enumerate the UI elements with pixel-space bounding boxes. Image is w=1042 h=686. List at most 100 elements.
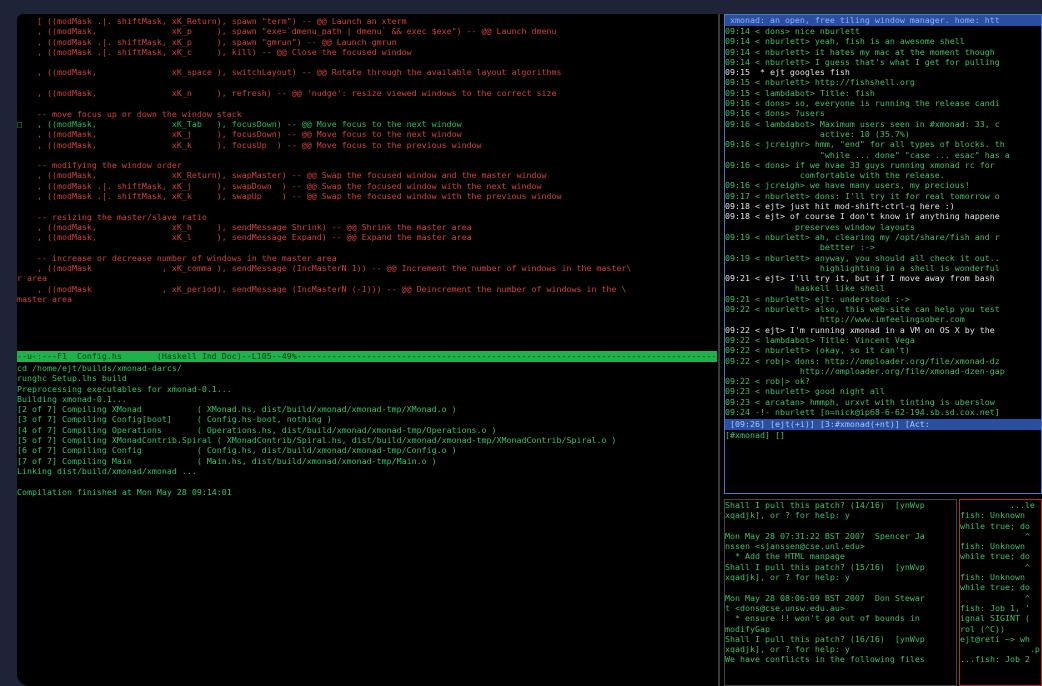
code-line: , ((modMask, xK_j ), focusDown) -- @@ Mo… xyxy=(17,129,462,140)
terminal-line: while true; do xyxy=(960,582,1030,593)
terminal-line: * ensure !! won't go out of bounds in xyxy=(725,613,920,624)
terminal-line: modifyGap xyxy=(725,623,770,634)
terminal-line: nssen <sjanssen@cse.unl.edu> xyxy=(725,541,865,552)
terminal-line: ...le xyxy=(960,500,1035,510)
irc-message: 09:21 < ejt> I'll try it, but if I move … xyxy=(725,273,995,284)
code-line: r area xyxy=(17,273,47,284)
irc-message: 09:19 < nburlett> anyway, you should all… xyxy=(725,252,1000,263)
irc-topic-bar: xmonad: an open, free tiling window mana… xyxy=(725,15,1041,26)
terminal-line: while true; do xyxy=(960,520,1030,531)
irc-message: 09:14 < dons> nice nburlett xyxy=(725,26,860,36)
compile-output-line: runghc Setup.lhs build xyxy=(17,373,127,384)
terminal-line: xqadjk], or ? for help: y xyxy=(725,572,850,583)
terminal-line: ^ xyxy=(960,592,1030,603)
irc-message: 09:14 < nburlett> it hates my mac at the… xyxy=(725,46,995,57)
irc-message: http://omploader.org/file/xmonad-dzen-ga… xyxy=(725,365,1005,376)
terminal-line: xqadjk], or ? for help: y xyxy=(725,510,850,521)
irc-message: 09:23 < nburlett> good night all xyxy=(725,386,885,397)
irc-message: 09:22 < nburlett> also, this web-site ca… xyxy=(725,304,1000,315)
code-line: , ((modMask .|. shiftMask, xK_k ), swapU… xyxy=(17,191,562,202)
compile-output-line: [4 of 7] Compiling Operations ( Operatio… xyxy=(17,424,497,435)
terminal-line: while true; do xyxy=(960,551,1030,562)
irc-message: 09:22 < ejt> I'm running xmonad in a VM … xyxy=(725,324,995,335)
code-line: , ((modMask , xK_comma ), sendMessage (I… xyxy=(17,263,632,274)
code-line: , ((modMask .|. shiftMask, xK_c ), kill)… xyxy=(17,46,412,57)
code-line: □ , ((modMask, xK_Tab ), focusDown) -- @… xyxy=(17,118,462,129)
irc-message: 09:22 < nburlett> (okay, so it can't) xyxy=(725,345,910,356)
irc-message: preserves window layouts xyxy=(725,221,915,232)
terminal-line: .p xyxy=(960,644,1040,655)
terminal-line: fish: Unknown xyxy=(960,572,1025,583)
emacs-modeline: --u-:---F1 Config.hs (Haskell Ind Doc)--… xyxy=(17,351,717,362)
compile-output-line: Preprocessing executables for xmonad-0.1… xyxy=(17,383,232,394)
terminal-line: ignal SIGINT ( xyxy=(960,613,1030,624)
terminal-line: ejt@reti ~> wh xyxy=(960,633,1030,644)
irc-message: 09:17 < nburlett> dons: I'll try it for … xyxy=(725,190,1000,201)
terminal-line: rol (^C)) xyxy=(960,623,1005,634)
code-line: , ((modMask , xK_period), sendMessage (I… xyxy=(17,283,627,294)
irc-message: 09:16 < dons> so, everyone is running th… xyxy=(725,98,1000,109)
terminal-line: ^ xyxy=(960,530,1030,541)
compile-output-line: Compilation finished at Mon May 28 09:14… xyxy=(17,486,232,497)
code-buffer[interactable]: [ ((modMask .|. shiftMask, xK_Return), s… xyxy=(17,16,717,304)
irc-message: 09:14 < nburlett> I guess that's what I … xyxy=(725,56,1000,67)
irc-message: 09:15 * ejt googles fish xyxy=(725,67,850,78)
code-line: , ((modMask, xK_l ), sendMessage Expand)… xyxy=(17,232,472,243)
terminal-line: Mon May 28 07:31:22 BST 2007 Spencer Ja xyxy=(725,530,925,541)
compile-output-line: Building xmonad-0.1... xyxy=(17,393,127,404)
fish-terminal[interactable]: ...le fish: Unknown while true; do ^ fish: … xyxy=(959,499,1042,686)
code-line: -- modifying the window order xyxy=(17,160,182,171)
code-line: , ((modMask .|. shiftMask, xK_j ), swapD… xyxy=(17,180,542,191)
compile-output-line xyxy=(17,476,717,486)
terminal-line: We have conflicts in the following files xyxy=(725,654,925,665)
compile-output-line: [2 of 7] Compiling XMonad ( XMonad.hs, d… xyxy=(17,404,457,415)
code-line: -- increase or decrease number of window… xyxy=(17,252,337,263)
irc-message: 09:16 < dons> ?users xyxy=(725,108,825,119)
irc-message: comfortable with the release. xyxy=(725,170,945,181)
irc-message: 09:16 < jcreighr> hmm, "end" for all typ… xyxy=(725,139,1005,150)
irc-window[interactable]: xmonad: an open, free tiling window mana… xyxy=(724,14,1042,494)
compile-output-line: [5 of 7] Compiling XMonadContrib.Spiral … xyxy=(17,435,617,446)
terminal-line: t <dons@cse.unsw.edu.au> xyxy=(725,602,845,613)
irc-message: http://www.imfeelingsober.com xyxy=(725,314,965,325)
irc-message: 09:21 < nburlett> ejt: understood :-> xyxy=(725,293,910,304)
compile-output-line: Linking dist/build/xmonad/xmonad ... xyxy=(17,465,197,476)
terminal-line: ...fish: Job 2 xyxy=(960,654,1030,665)
irc-message: 09:14 < nburlett> yeah, fish is an aweso… xyxy=(725,36,965,47)
irc-message: 09:16 < jcreigh> we have many users, my … xyxy=(725,180,970,191)
code-line: , ((modMask, xK_p ), spawn "exe=`dmenu_p… xyxy=(17,26,557,37)
terminal-line: ^ xyxy=(960,561,1030,572)
irc-message: 09:22 < rob|> dons: http://omploader.org… xyxy=(725,355,1000,366)
irc-message: 09:18 < ejt> just hit mod-shift-ctrl-q h… xyxy=(725,201,955,212)
terminal-line: Shall I pull this patch? (16/16) [ynWvp xyxy=(725,633,925,644)
desktop-screen: [ ((modMask .|. shiftMask, xK_Return), s… xyxy=(17,14,1042,686)
irc-message: 09:24 -!- nburlett [n=nick@ip68-6-62-194… xyxy=(725,406,1000,417)
code-line: -- move focus up or down the window stac… xyxy=(17,108,242,119)
irc-message: 09:19 < nburlett> ah, clearing my /opt/s… xyxy=(725,231,1000,242)
darcs-terminal[interactable]: Shall I pull this patch? (14/16) [ynWvp x… xyxy=(724,499,957,686)
terminal-line: Shall I pull this patch? (15/16) [ynWvp xyxy=(725,561,925,572)
irc-message: active: 10 (35.7%) xyxy=(725,128,910,139)
terminal-line: * Add the HTML manpage xyxy=(725,551,845,562)
code-line: , ((modMask, xK_space ), switchLayout) -… xyxy=(17,67,562,78)
compilation-buffer[interactable]: cd /home/ejt/builds/xmonad-darcs/runghc … xyxy=(17,363,717,497)
terminal-line: fish: Unknown xyxy=(960,541,1025,552)
irc-message: highlighting in a shell is wonderful xyxy=(725,262,1000,273)
code-line: master area xyxy=(17,294,72,305)
emacs-window[interactable]: [ ((modMask .|. shiftMask, xK_Return), s… xyxy=(17,14,720,686)
terminal-line: Mon May 28 08:06:09 BST 2007 Don Stewar xyxy=(725,592,925,603)
terminal-line: fish: Job 1, ' xyxy=(960,602,1030,613)
code-line: -- resizing the master/slave ratio xyxy=(17,211,207,222)
irc-input-line[interactable]: [#xmonad] [] xyxy=(725,430,1041,441)
code-line: , ((modMask .|. shiftMask, xK_p ), spawn… xyxy=(17,36,397,47)
irc-message: 09:15 < lambdabot> Title: fish xyxy=(725,87,875,98)
irc-message: 09:23 < arcatan> hmmph, urxvt with tinti… xyxy=(725,396,995,407)
code-line: , ((modMask, xK_Return), swapMaster) -- … xyxy=(17,170,547,181)
